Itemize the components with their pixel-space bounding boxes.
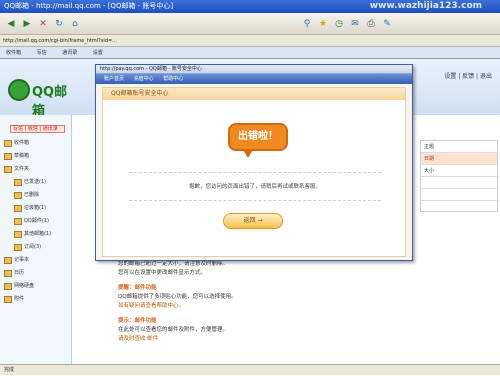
window-title: QQ邮箱 - http://mail.qq.com - [QQ邮箱 - 账号中心…	[4, 2, 174, 10]
folder-icon	[14, 231, 22, 238]
tab-settings[interactable]: 设置	[93, 50, 103, 56]
folder-icon	[14, 179, 22, 186]
favorites-icon[interactable]: ★	[316, 17, 330, 31]
sidebar-item-inbox[interactable]: 收件箱	[0, 137, 71, 150]
popup-title-bar: http://pay.qq.com - QQ邮箱 - 账号安全中心	[96, 65, 412, 74]
folder-icon	[14, 205, 22, 212]
edit-icon[interactable]: ✎	[380, 17, 394, 31]
sidebar-item-junk[interactable]: 垃圾箱(1)	[0, 202, 71, 215]
table-row[interactable]: 主题	[421, 141, 497, 153]
folder-icon	[4, 166, 12, 173]
sidebar-item-attachments[interactable]: 附件	[0, 293, 71, 306]
search-icon[interactable]: ⚲	[300, 17, 314, 31]
error-bubble: 出错啦！	[228, 123, 288, 151]
sidebar-item-disk[interactable]: 网络硬盘	[0, 280, 71, 293]
folder-icon	[4, 283, 12, 290]
sidebar-item-other[interactable]: 其他邮箱(1)	[0, 228, 71, 241]
bubble-tail	[243, 150, 253, 158]
popup-nav-item[interactable]: 帮助中心	[163, 76, 183, 82]
popup-nav-item[interactable]: 账户首页	[104, 76, 124, 82]
home-icon[interactable]: ⌂	[68, 17, 82, 31]
divider	[129, 200, 381, 201]
section-title: 提醒：邮件功能	[118, 285, 157, 291]
popup-nav: 账户首页 充值中心 帮助中心	[96, 74, 412, 84]
folder-icon	[4, 153, 12, 160]
popup-body-header: QQ邮箱账号安全中心	[103, 88, 405, 100]
envelope-icon	[8, 79, 30, 101]
popup-body: QQ邮箱账号安全中心 出错啦！ 抱歉，您访问的页面出错了，请稍后再试或联系客服。…	[102, 87, 406, 257]
print-icon[interactable]: ⎙	[364, 17, 378, 31]
watermark: www.wazhijia123.com	[369, 1, 482, 11]
sidebar-item-calendar[interactable]: 日历	[0, 267, 71, 280]
error-popup-window: http://pay.qq.com - QQ邮箱 - 账号安全中心 账户首页 充…	[95, 64, 413, 261]
tab-compose[interactable]: 写信	[37, 50, 47, 56]
notice-link[interactable]: 如有疑问请查看帮助中心。	[118, 302, 498, 311]
table-row[interactable]	[421, 189, 497, 201]
notice-line: 您的邮箱已超过一定大小，请注意及时删除。	[118, 261, 229, 267]
compose-button[interactable]: 写信 | 收信 | 通讯录	[10, 125, 65, 133]
folder-icon	[4, 296, 12, 303]
sidebar-item-notes[interactable]: 记事本	[0, 254, 71, 267]
folder-icon	[14, 218, 22, 225]
notice-link[interactable]: 请及时查收 邮件	[118, 335, 498, 344]
folder-icon	[4, 140, 12, 147]
sidebar-item-subscriptions[interactable]: 订阅(3)	[0, 241, 71, 254]
table-row[interactable]	[421, 177, 497, 189]
notice-line: 您可以在设置中更改邮件显示方式。	[118, 270, 207, 276]
sidebar-item-deleted[interactable]: 已删除	[0, 189, 71, 202]
notice-area: 您的邮箱已超过一定大小，请注意及时删除。 您可以在设置中更改邮件显示方式。 提醒…	[118, 260, 498, 344]
status-bar: 完成	[0, 364, 500, 375]
return-button[interactable]: 返回 →	[223, 213, 283, 229]
refresh-icon[interactable]: ↻	[52, 17, 66, 31]
table-row[interactable]: 大小	[421, 165, 497, 177]
sidebar-item-drafts[interactable]: 草稿箱	[0, 150, 71, 163]
back-icon[interactable]: ◀	[4, 17, 18, 31]
mail-sidebar: 写信 | 收信 | 通讯录 收件箱 草稿箱 文件夹 已发送(1) 已删除 垃圾箱…	[0, 115, 72, 375]
stop-icon[interactable]: ✕	[36, 17, 50, 31]
page-tabs: 收件箱 写信 通讯录 设置	[0, 47, 500, 59]
divider	[129, 172, 381, 173]
notice-line: 在此处可以查看您的邮件及附件，方便管理。	[118, 327, 229, 333]
history-icon[interactable]: ◷	[332, 17, 346, 31]
address-url: http://mail.qq.com/cgi-bin/frame_html?si…	[3, 38, 117, 44]
status-text: 完成	[4, 367, 15, 373]
section-title: 提示：邮件功能	[118, 318, 157, 324]
error-message: 抱歉，您访问的页面出错了，请稍后再试或联系客服。	[188, 184, 321, 190]
folder-icon	[14, 192, 22, 199]
top-links[interactable]: 设置 | 反馈 | 退出	[444, 71, 492, 80]
browser-title-bar: QQ邮箱 - http://mail.qq.com - [QQ邮箱 - 账号中心…	[0, 0, 500, 13]
browser-toolbar: ◀ ▶ ✕ ↻ ⌂ ⚲ ★ ◷ ✉ ⎙ ✎	[0, 13, 500, 35]
folder-icon	[4, 257, 12, 264]
sidebar-item-qq-mail[interactable]: QQ邮件(1)	[0, 215, 71, 228]
popup-nav-item[interactable]: 充值中心	[134, 76, 154, 82]
sidebar-item-folders[interactable]: 文件夹	[0, 163, 71, 176]
qq-mail-logo[interactable]: QQ邮箱	[8, 77, 78, 119]
address-bar[interactable]: http://mail.qq.com/cgi-bin/frame_html?si…	[0, 35, 500, 47]
table-row[interactable]: 日期	[421, 153, 497, 165]
folder-icon	[14, 244, 22, 251]
notice-line: QQ邮箱提供了多项贴心功能，您可以选择使用。	[118, 294, 237, 300]
sidebar-item-sent[interactable]: 已发送(1)	[0, 176, 71, 189]
tab-contacts[interactable]: 通讯录	[62, 50, 77, 56]
forward-icon[interactable]: ▶	[20, 17, 34, 31]
mail-icon[interactable]: ✉	[348, 17, 362, 31]
tab-inbox[interactable]: 收件箱	[6, 50, 21, 56]
folder-icon	[4, 270, 12, 277]
mail-list-table: 主题 日期 大小	[420, 140, 498, 212]
